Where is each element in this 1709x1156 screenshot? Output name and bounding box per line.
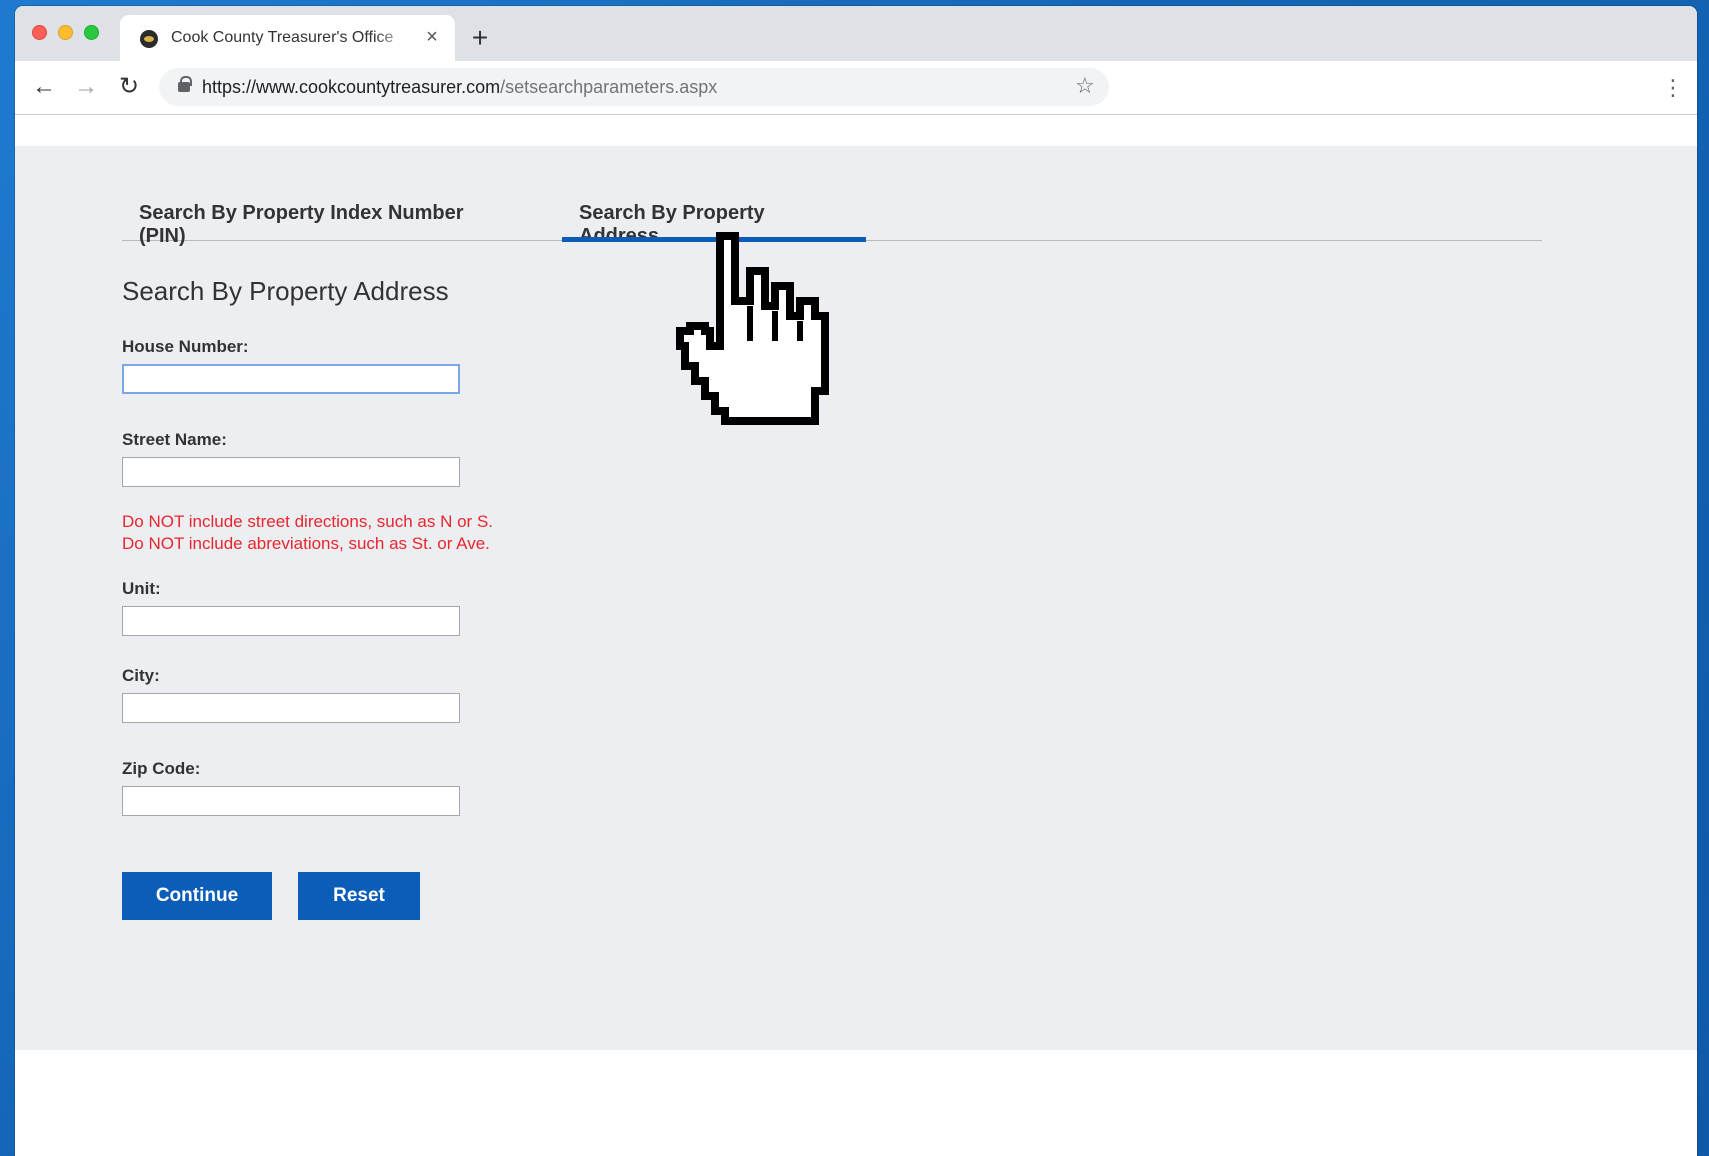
tab-search-by-pin[interactable]: Search By Property Index Number (PIN) <box>122 182 526 247</box>
reload-button[interactable]: ↻ <box>115 73 143 101</box>
back-button[interactable]: ← <box>30 73 58 101</box>
minimize-window-button[interactable] <box>58 25 73 40</box>
street-direction-warning: Do NOT include street directions, such a… <box>122 512 494 531</box>
unit-label: Unit: <box>122 579 161 598</box>
city-input[interactable] <box>122 693 460 723</box>
url-domain: https://www.cookcountytreasurer.com <box>202 77 501 97</box>
forward-button[interactable]: → <box>72 73 100 101</box>
city-label: City: <box>122 666 160 685</box>
url-text[interactable]: https://www.cookcountytreasurer.com/sets… <box>202 77 717 98</box>
form-buttons: Continue Reset <box>122 872 822 920</box>
street-name-input[interactable] <box>122 457 460 487</box>
browser-toolbar: ← → ↻ https://www.cookcountytreasurer.co… <box>15 61 1697 115</box>
browser-tab[interactable]: Cook County Treasurer's Office × <box>120 15 455 61</box>
url-path: /setsearchparameters.aspx <box>500 77 718 97</box>
content-area: Search By Property Index Number (PIN) Se… <box>15 146 1697 1050</box>
hand-pointer-cursor-icon <box>676 232 829 425</box>
close-window-button[interactable] <box>32 25 47 40</box>
zip-code-label: Zip Code: <box>122 759 201 778</box>
tab-close-icon[interactable]: × <box>420 25 444 49</box>
browser-tab-title: Cook County Treasurer's Office <box>171 29 394 46</box>
browser-window: Cook County Treasurer's Office × + ← → ↻… <box>15 6 1697 1156</box>
star-icon[interactable]: ☆ <box>1075 73 1095 99</box>
tab-strip: Cook County Treasurer's Office × + <box>15 6 1697 61</box>
house-number-input[interactable] <box>122 364 460 394</box>
zip-code-input[interactable] <box>122 786 460 816</box>
new-tab-button[interactable]: + <box>467 24 493 52</box>
continue-button[interactable]: Continue <box>122 872 272 920</box>
address-bar[interactable]: https://www.cookcountytreasurer.com/sets… <box>159 68 1109 106</box>
maximize-window-button[interactable] <box>84 25 99 40</box>
unit-input[interactable] <box>122 606 460 636</box>
abbreviation-warning: Do NOT include abreviations, such as St.… <box>122 534 490 553</box>
reset-button[interactable]: Reset <box>298 872 420 920</box>
browser-menu-icon[interactable]: ⋮ <box>1662 73 1684 103</box>
favicon-icon <box>140 30 158 48</box>
web-page: Search By Property Index Number (PIN) Se… <box>15 116 1697 1156</box>
lock-icon[interactable] <box>178 76 192 92</box>
